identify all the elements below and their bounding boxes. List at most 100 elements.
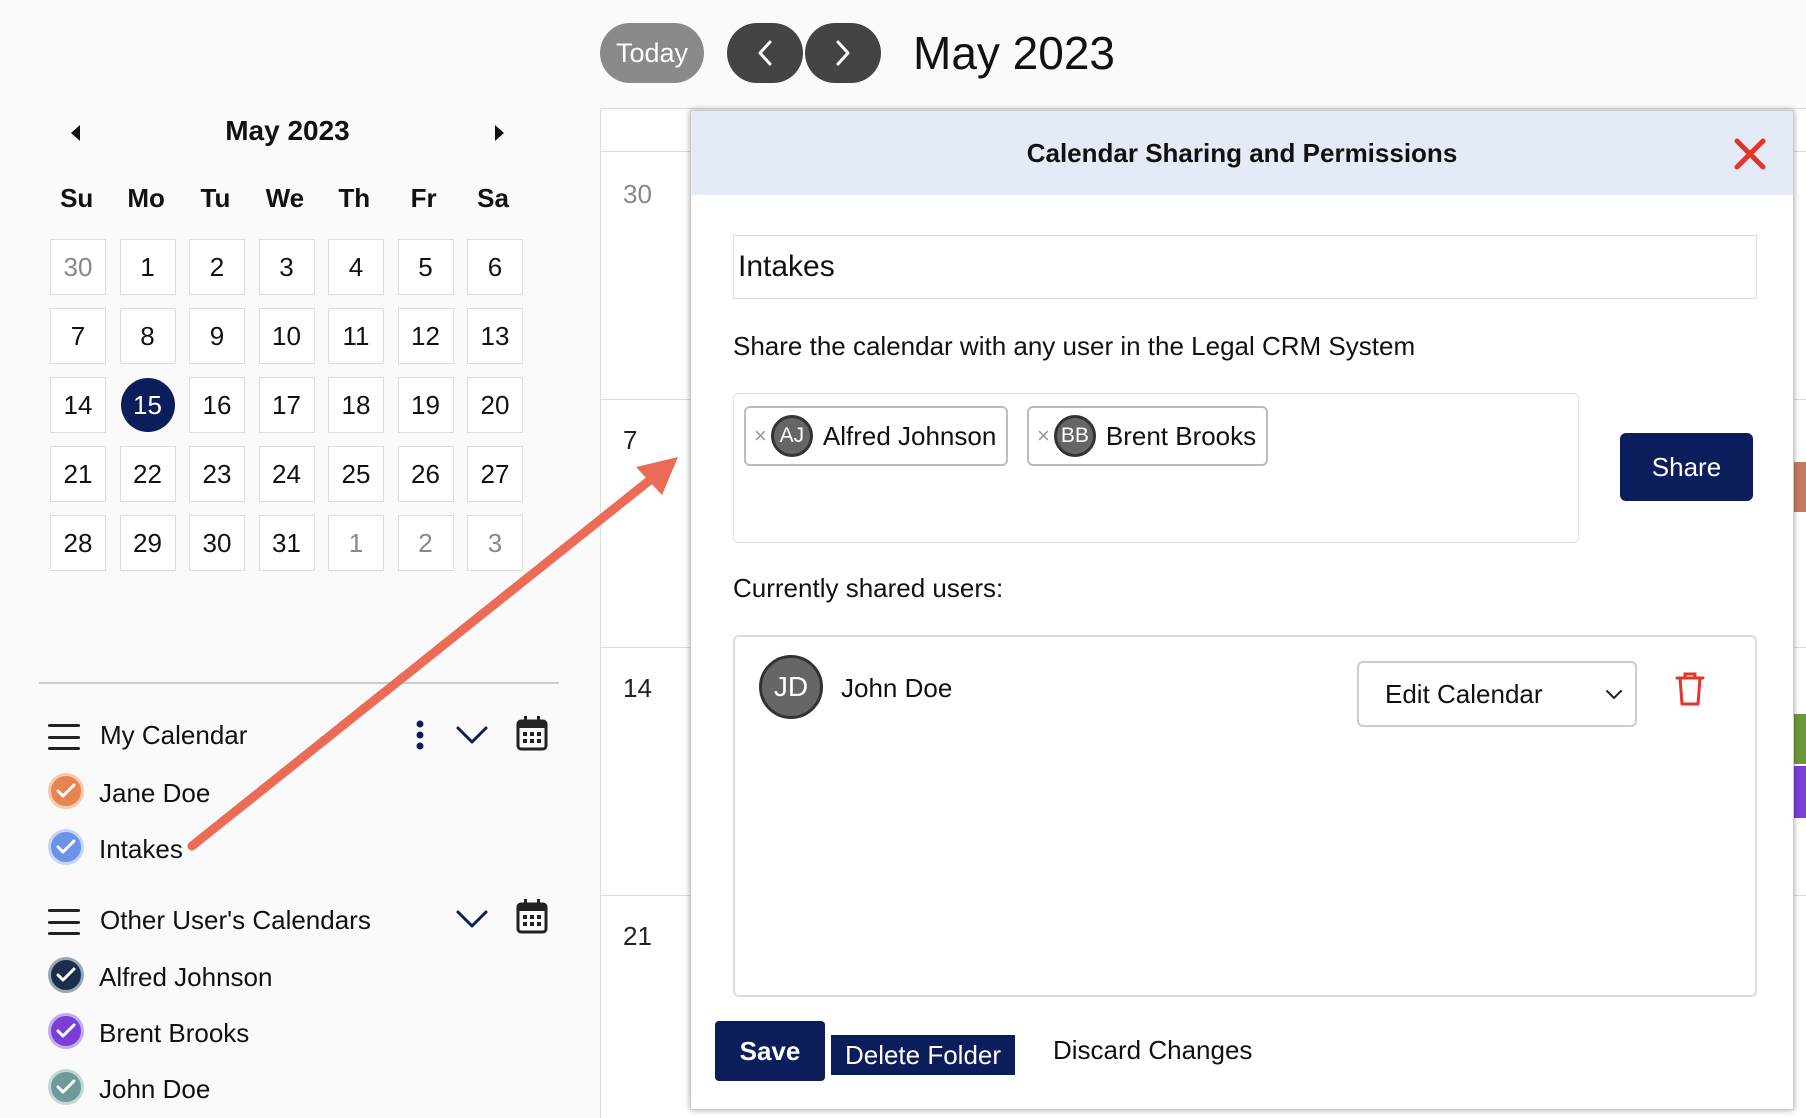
mini-calendar-day[interactable]: 19 <box>397 377 454 433</box>
day-label: 9 <box>209 320 225 351</box>
mini-calendar-day[interactable]: 3 <box>258 239 315 295</box>
discard-changes-button[interactable]: Discard Changes <box>1053 1035 1252 1066</box>
mini-calendar-day[interactable]: 24 <box>258 446 315 502</box>
check-icon <box>56 783 76 798</box>
remove-tag-icon[interactable]: × <box>754 423 767 449</box>
mini-calendar-day[interactable]: 12 <box>397 308 454 364</box>
mini-calendar-day-selected[interactable]: 15 <box>120 377 176 433</box>
mini-calendar-day[interactable]: 30 <box>189 515 245 571</box>
day-label: 8 <box>140 320 155 351</box>
calendar-item-label: John Doe <box>99 1074 211 1104</box>
alfred-johnson-checkbox[interactable] <box>48 957 84 993</box>
other-calendars-heading: Other User's Calendars <box>100 905 371 935</box>
mini-calendar-day[interactable]: 8 <box>119 308 176 364</box>
drag-handle-icon[interactable] <box>48 909 80 935</box>
mini-calendar-day[interactable]: 7 <box>50 308 106 364</box>
mini-calendar-day[interactable]: 2 <box>397 515 454 571</box>
chevron-left-icon <box>758 40 772 66</box>
mini-calendar-day[interactable]: 4 <box>328 239 384 295</box>
mini-calendar-day[interactable]: 21 <box>50 446 106 502</box>
chevron-down-icon[interactable] <box>455 724 489 746</box>
mini-calendar-day[interactable]: 9 <box>189 308 245 364</box>
day-number[interactable]: 30 <box>623 179 652 210</box>
mini-calendar-day[interactable]: 22 <box>119 446 176 502</box>
day-label: 2 <box>209 251 225 282</box>
mini-calendar-day[interactable]: 30 <box>50 239 106 295</box>
mini-calendar-day[interactable]: 26 <box>397 446 454 502</box>
day-label: 14 <box>63 389 93 420</box>
event-chip[interactable] <box>1794 462 1806 512</box>
weekday-label: Mo <box>127 183 165 213</box>
mini-calendar-day[interactable]: 25 <box>328 446 384 502</box>
day-label: 23 <box>202 458 232 489</box>
mini-calendar-day[interactable]: 3 <box>467 515 523 571</box>
mini-calendar-day[interactable]: 20 <box>467 377 523 433</box>
mini-calendar-day[interactable]: 13 <box>467 308 523 364</box>
day-label: 7 <box>70 320 86 351</box>
mini-calendar-day[interactable]: 29 <box>119 515 176 571</box>
calendar-icon[interactable] <box>516 898 548 934</box>
close-icon[interactable] <box>1733 137 1767 171</box>
previous-month-button[interactable] <box>727 23 803 83</box>
mini-calendar-day[interactable]: 10 <box>258 308 315 364</box>
save-button[interactable]: Save <box>715 1021 825 1081</box>
day-number[interactable]: 7 <box>623 425 637 456</box>
share-button[interactable]: Share <box>1620 433 1753 501</box>
day-label: 25 <box>341 458 371 489</box>
mini-calendar-day[interactable]: 1 <box>119 239 176 295</box>
mini-calendar-day[interactable]: 28 <box>50 515 106 571</box>
sidebar-divider <box>39 682 559 684</box>
day-label: 29 <box>133 527 162 558</box>
selected-user-tag: × AJ Alfred Johnson <box>744 406 1009 466</box>
event-chip[interactable] <box>1794 766 1806 818</box>
next-month-button[interactable] <box>805 23 881 83</box>
day-number[interactable]: 21 <box>623 921 652 952</box>
shared-user-name: John Doe <box>841 673 953 703</box>
event-chip[interactable] <box>1794 714 1806 764</box>
drag-handle-icon[interactable] <box>48 724 80 750</box>
mini-calendar-day[interactable]: 17 <box>258 377 315 433</box>
day-label: 20 <box>480 389 510 420</box>
calendar-icon[interactable] <box>516 715 548 751</box>
calendar-item-label: Brent Brooks <box>99 1018 250 1048</box>
day-label: 5 <box>418 251 433 282</box>
john-doe-checkbox[interactable] <box>48 1069 84 1105</box>
modal-title: Calendar Sharing and Permissions <box>1026 137 1458 168</box>
mini-calendar-day[interactable]: 18 <box>328 377 384 433</box>
day-label: 11 <box>342 320 370 351</box>
more-options-icon[interactable] <box>414 718 426 752</box>
mini-calendar-day[interactable]: 11 <box>328 308 384 364</box>
intakes-checkbox[interactable] <box>48 829 84 865</box>
check-icon <box>56 967 76 982</box>
trash-icon[interactable] <box>1675 671 1705 707</box>
mini-calendar-prev-button[interactable] <box>60 118 90 148</box>
jane-doe-checkbox[interactable] <box>48 773 84 809</box>
remove-tag-icon[interactable]: × <box>1037 423 1050 449</box>
brent-brooks-checkbox[interactable] <box>48 1013 84 1049</box>
day-label: 22 <box>133 458 162 489</box>
mini-calendar-day[interactable]: 31 <box>258 515 315 571</box>
permission-value: Edit Calendar <box>1385 678 1543 709</box>
day-number[interactable]: 14 <box>623 673 652 704</box>
mini-calendar-day[interactable]: 23 <box>189 446 245 502</box>
mini-calendar-day[interactable]: 14 <box>50 377 106 433</box>
permission-select[interactable]: Edit Calendar <box>1357 661 1637 727</box>
mini-calendar-days: 30 1 2 3 4 5 6 7 8 9 10 11 12 13 14 15 16 17 18 19 20 21 22 23 2… <box>50 239 523 571</box>
mini-calendar-day[interactable]: 27 <box>467 446 523 502</box>
day-label: 28 <box>63 527 93 558</box>
user-picker-input[interactable]: × AJ Alfred Johnson × BB Brent Brooks <box>733 393 1579 543</box>
weekday-label: Su <box>60 183 94 213</box>
mini-calendar-day[interactable]: 6 <box>467 239 523 295</box>
day-label: 21 <box>63 458 93 489</box>
calendar-item-label: Intakes <box>99 834 183 864</box>
today-button[interactable]: Today <box>600 23 704 83</box>
day-label: 4 <box>348 251 364 282</box>
mini-calendar-next-button[interactable] <box>485 118 515 148</box>
calendar-name-input[interactable]: Intakes <box>733 235 1757 299</box>
mini-calendar-day[interactable]: 1 <box>328 515 384 571</box>
mini-calendar-day[interactable]: 16 <box>189 377 245 433</box>
mini-calendar-day[interactable]: 5 <box>397 239 454 295</box>
chevron-down-icon[interactable] <box>455 908 489 930</box>
delete-folder-button[interactable]: Delete Folder <box>831 1035 1015 1075</box>
mini-calendar-day[interactable]: 2 <box>189 239 245 295</box>
